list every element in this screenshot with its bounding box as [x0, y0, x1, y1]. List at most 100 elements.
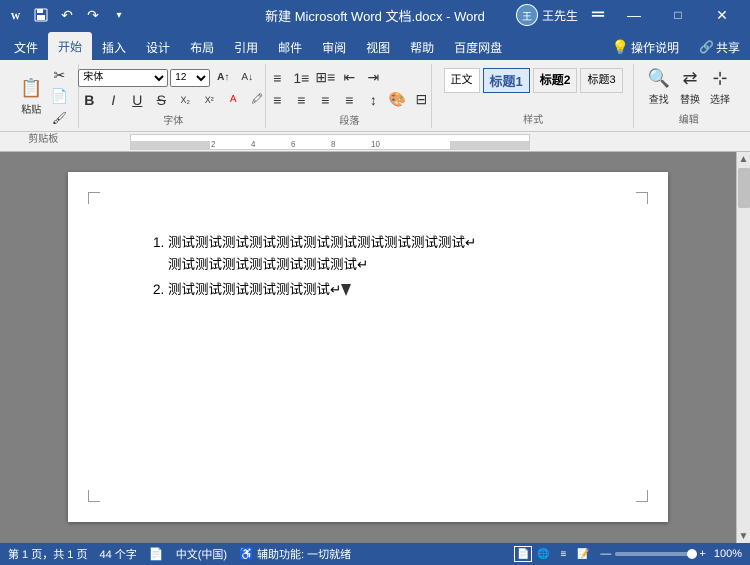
page-info[interactable]: 第 1 页，共 1 页 — [8, 546, 87, 562]
list-item-1-line1: 测试测试测试测试测试测试测试测试测试测试测试↵ — [168, 235, 476, 250]
text-cursor — [341, 281, 351, 295]
styles-label: 样式 — [523, 111, 543, 126]
italic-button[interactable]: I — [102, 90, 124, 110]
tab-share[interactable]: 🔗 共享 — [689, 34, 750, 60]
user-area: 王 王先生 — [516, 4, 578, 26]
numbered-list-button[interactable]: 1≡ — [290, 68, 312, 88]
undo-quick-btn[interactable]: ↶ — [56, 4, 78, 26]
underline-button[interactable]: U — [126, 90, 148, 110]
decrease-indent-button[interactable]: ⇤ — [338, 68, 360, 88]
heading1-style[interactable]: 标题1 — [483, 68, 530, 93]
scrollbar-thumb[interactable] — [738, 168, 750, 208]
language-indicator[interactable]: 中文(中国) — [176, 546, 227, 562]
align-left-button[interactable]: ≡ — [266, 90, 288, 110]
quick-access-toolbar: ↶ ↷ ▾ — [30, 4, 130, 26]
superscript-button[interactable]: X² — [198, 90, 220, 110]
bullet-list-button[interactable]: ≡ — [266, 68, 288, 88]
align-right-button[interactable]: ≡ — [314, 90, 336, 110]
word-count[interactable]: 44 个字 — [99, 546, 136, 562]
draft-view-btn[interactable]: 📝 — [574, 546, 592, 562]
paste-button[interactable]: 📋 粘贴 — [16, 76, 46, 118]
tab-mailings[interactable]: 邮件 — [268, 34, 312, 60]
tab-baidu[interactable]: 百度网盘 — [444, 34, 512, 60]
bold-button[interactable]: B — [78, 90, 100, 110]
ribbon: 文件 开始 插入 设计 布局 引用 邮件 审阅 视图 帮助 百度网盘 💡 操作说… — [0, 30, 750, 132]
normal-style[interactable]: 正文 — [444, 68, 480, 93]
font-group: 宋体 12 A↑ A↓ B I U S X₂ X² A 🖍 — [81, 64, 266, 128]
accessibility-status[interactable]: ♿ 辅助功能: 一切就绪 — [239, 546, 351, 562]
tab-operations[interactable]: 💡 操作说明 — [602, 34, 689, 60]
subscript-button[interactable]: X₂ — [174, 90, 196, 110]
tab-help[interactable]: 帮助 — [400, 34, 444, 60]
tab-review[interactable]: 审阅 — [312, 34, 356, 60]
redo-quick-btn[interactable]: ↷ — [82, 4, 104, 26]
list-item-2-line1: 测试测试测试测试测试测试↵ — [168, 282, 341, 297]
corner-mark-br — [636, 490, 648, 502]
tab-file[interactable]: 文件 — [4, 34, 48, 60]
maximize-button[interactable]: □ — [658, 0, 698, 30]
title-bar-right: 王 王先生 — □ ✕ — [516, 0, 742, 30]
copy-button[interactable]: 📄 — [48, 87, 70, 107]
horizontal-ruler: 2 4 6 8 10 — [0, 132, 750, 152]
highlight-button[interactable]: 🖍 — [246, 90, 268, 110]
increase-indent-button[interactable]: ⇥ — [362, 68, 384, 88]
paragraph-label: 段落 — [339, 112, 359, 127]
tab-insert[interactable]: 插入 — [92, 34, 136, 60]
paragraph-group: ≡ 1≡ ⊞≡ ⇤ ⇥ ≡ ≡ ≡ ≡ ↕ 🎨 ⊟ 段落 — [268, 64, 431, 128]
replace-button[interactable]: ⇄ 替换 — [676, 66, 704, 108]
find-button[interactable]: 🔍 查找 — [644, 66, 674, 108]
document-page[interactable]: 测试测试测试测试测试测试测试测试测试测试测试↵ 测试测试测试测试测试测试测试↵ … — [68, 172, 668, 522]
decrease-font-button[interactable]: A↓ — [236, 68, 258, 88]
tab-layout[interactable]: 布局 — [180, 34, 224, 60]
heading2-style[interactable]: 标题2 — [533, 68, 578, 93]
justify-button[interactable]: ≡ — [338, 90, 360, 110]
document-content[interactable]: 测试测试测试测试测试测试测试测试测试测试测试↵ 测试测试测试测试测试测试测试↵ … — [148, 232, 588, 301]
heading3-style[interactable]: 标题3 — [580, 68, 622, 93]
select-button[interactable]: ⊹ 选择 — [706, 66, 734, 108]
font-size-select[interactable]: 12 — [170, 69, 210, 87]
scrollbar-down-btn[interactable]: ▼ — [737, 529, 750, 543]
multilevel-list-button[interactable]: ⊞≡ — [314, 68, 336, 88]
font-family-select[interactable]: 宋体 — [78, 69, 168, 87]
save-quick-btn[interactable] — [30, 4, 52, 26]
clipboard-buttons: 📋 粘贴 ✂ 📄 🖌 — [16, 66, 70, 128]
zoom-thumb[interactable] — [687, 549, 697, 559]
vertical-scrollbar[interactable]: ▲ ▼ — [736, 152, 750, 543]
quick-access-dropdown[interactable]: ▾ — [108, 4, 130, 26]
editing-buttons: 🔍 查找 ⇄ 替换 ⊹ 选择 — [644, 66, 734, 109]
tab-design[interactable]: 设计 — [136, 34, 180, 60]
print-layout-btn[interactable]: 📄 — [514, 546, 532, 562]
minimize-menu-icon[interactable] — [590, 7, 606, 23]
tab-view[interactable]: 视图 — [356, 34, 400, 60]
strikethrough-button[interactable]: S — [150, 90, 172, 110]
align-center-button[interactable]: ≡ — [290, 90, 312, 110]
cut-button[interactable]: ✂ — [48, 66, 70, 86]
web-layout-btn[interactable]: 🌐 — [534, 546, 552, 562]
format-painter-button[interactable]: 🖌 — [48, 108, 70, 128]
zoom-slider[interactable]: — + 100% — [600, 548, 742, 560]
zoom-plus-btn[interactable]: + — [699, 548, 705, 560]
increase-font-button[interactable]: A↑ — [212, 68, 234, 88]
window-title: 新建 Microsoft Word 文档.docx - Word — [265, 6, 485, 25]
corner-mark-tl — [88, 192, 100, 204]
shading-button[interactable]: 🎨 — [386, 90, 408, 110]
outline-view-btn[interactable]: ≡ — [554, 546, 572, 562]
borders-button[interactable]: ⊟ — [410, 90, 432, 110]
zoom-track[interactable] — [615, 552, 695, 556]
status-bar: 第 1 页，共 1 页 44 个字 📄 中文(中国) ♿ 辅助功能: 一切就绪 … — [0, 543, 750, 565]
status-bar-right: 📄 🌐 ≡ 📝 — + 100% — [514, 546, 742, 562]
document-area[interactable]: 测试测试测试测试测试测试测试测试测试测试测试↵ 测试测试测试测试测试测试测试↵ … — [0, 152, 736, 543]
svg-text:W: W — [11, 11, 21, 22]
line-spacing-button[interactable]: ↕ — [362, 90, 384, 110]
tab-home[interactable]: 开始 — [48, 32, 92, 60]
user-avatar: 王 — [516, 4, 538, 26]
main-area: 测试测试测试测试测试测试测试测试测试测试测试↵ 测试测试测试测试测试测试测试↵ … — [0, 152, 750, 543]
track-changes-icon[interactable]: 📄 — [149, 547, 164, 561]
tab-references[interactable]: 引用 — [224, 34, 268, 60]
minimize-button[interactable]: — — [614, 0, 654, 30]
font-color-button[interactable]: A — [222, 90, 244, 110]
close-button[interactable]: ✕ — [702, 0, 742, 30]
zoom-minus-btn[interactable]: — — [600, 548, 611, 560]
scrollbar-up-btn[interactable]: ▲ — [737, 152, 750, 166]
editing-group: 🔍 查找 ⇄ 替换 ⊹ 选择 编辑 — [636, 64, 742, 128]
